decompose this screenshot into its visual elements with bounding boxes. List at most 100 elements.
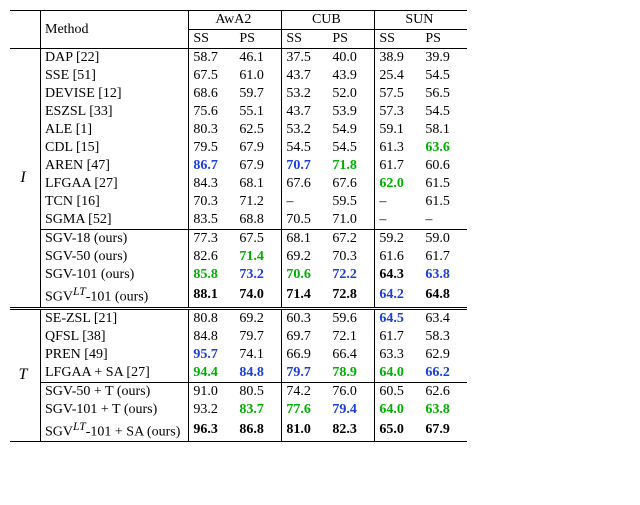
value-cell: 79.5 bbox=[189, 139, 236, 157]
value-cell: 86.7 bbox=[189, 157, 236, 175]
value-cell: 58.3 bbox=[421, 328, 467, 346]
value-cell: 58.1 bbox=[421, 121, 467, 139]
group-label: T bbox=[10, 308, 41, 442]
method-cell: SGVLT-101 + SA (ours) bbox=[41, 419, 189, 442]
col-method: Method bbox=[41, 11, 189, 49]
value-cell: 62.9 bbox=[421, 346, 467, 364]
value-cell: 71.4 bbox=[235, 248, 282, 266]
value-cell: 77.3 bbox=[189, 230, 236, 249]
value-cell: 54.5 bbox=[421, 67, 467, 85]
method-cell: PREN [49] bbox=[41, 346, 189, 364]
value-cell: 67.9 bbox=[235, 139, 282, 157]
value-cell: 85.8 bbox=[189, 266, 236, 284]
value-cell: 59.6 bbox=[328, 308, 375, 328]
col-split: SS bbox=[375, 30, 422, 49]
value-cell: 70.5 bbox=[282, 211, 329, 230]
value-cell: 43.9 bbox=[328, 67, 375, 85]
value-cell: 61.5 bbox=[421, 175, 467, 193]
method-cell: SGV-50 + T (ours) bbox=[41, 382, 189, 401]
col-dataset: AwA2 bbox=[189, 11, 282, 30]
method-cell: CDL [15] bbox=[41, 139, 189, 157]
method-cell: LFGAA + SA [27] bbox=[41, 364, 189, 383]
value-cell: 71.2 bbox=[235, 193, 282, 211]
col-split: SS bbox=[189, 30, 236, 49]
value-cell: 55.1 bbox=[235, 103, 282, 121]
value-cell: 63.8 bbox=[421, 401, 467, 419]
value-cell: 57.3 bbox=[375, 103, 422, 121]
value-cell: 79.7 bbox=[282, 364, 329, 383]
col-split: PS bbox=[421, 30, 467, 49]
value-cell: 43.7 bbox=[282, 103, 329, 121]
value-cell: 70.7 bbox=[282, 157, 329, 175]
method-cell: ALE [1] bbox=[41, 121, 189, 139]
value-cell: 40.0 bbox=[328, 49, 375, 68]
value-cell: – bbox=[421, 211, 467, 230]
value-cell: 74.0 bbox=[235, 284, 282, 308]
value-cell: 37.5 bbox=[282, 49, 329, 68]
method-cell: DEVISE [12] bbox=[41, 85, 189, 103]
method-cell: QFSL [38] bbox=[41, 328, 189, 346]
value-cell: 54.5 bbox=[421, 103, 467, 121]
value-cell: 39.9 bbox=[421, 49, 467, 68]
value-cell: 67.6 bbox=[328, 175, 375, 193]
value-cell: 59.0 bbox=[421, 230, 467, 249]
value-cell: 62.5 bbox=[235, 121, 282, 139]
method-cell: SGVLT-101 (ours) bbox=[41, 284, 189, 308]
value-cell: 59.7 bbox=[235, 85, 282, 103]
value-cell: 63.6 bbox=[421, 139, 467, 157]
value-cell: 80.3 bbox=[189, 121, 236, 139]
value-cell: 43.7 bbox=[282, 67, 329, 85]
value-cell: 84.3 bbox=[189, 175, 236, 193]
value-cell: 95.7 bbox=[189, 346, 236, 364]
value-cell: 64.2 bbox=[375, 284, 422, 308]
value-cell: 64.0 bbox=[375, 364, 422, 383]
value-cell: 91.0 bbox=[189, 382, 236, 401]
value-cell: 25.4 bbox=[375, 67, 422, 85]
value-cell: 54.5 bbox=[328, 139, 375, 157]
value-cell: 73.2 bbox=[235, 266, 282, 284]
value-cell: 72.8 bbox=[328, 284, 375, 308]
method-cell: SGV-101 + T (ours) bbox=[41, 401, 189, 419]
value-cell: 94.4 bbox=[189, 364, 236, 383]
value-cell: 67.9 bbox=[421, 419, 467, 442]
value-cell: 62.0 bbox=[375, 175, 422, 193]
value-cell: 66.2 bbox=[421, 364, 467, 383]
value-cell: 84.8 bbox=[189, 328, 236, 346]
value-cell: 53.9 bbox=[328, 103, 375, 121]
value-cell: 53.2 bbox=[282, 121, 329, 139]
value-cell: 38.9 bbox=[375, 49, 422, 68]
value-cell: 80.5 bbox=[235, 382, 282, 401]
value-cell: 59.5 bbox=[328, 193, 375, 211]
value-cell: 72.2 bbox=[328, 266, 375, 284]
value-cell: 60.5 bbox=[375, 382, 422, 401]
value-cell: 59.1 bbox=[375, 121, 422, 139]
value-cell: 61.3 bbox=[375, 139, 422, 157]
value-cell: 57.5 bbox=[375, 85, 422, 103]
value-cell: 71.8 bbox=[328, 157, 375, 175]
value-cell: 79.7 bbox=[235, 328, 282, 346]
value-cell: 67.2 bbox=[328, 230, 375, 249]
value-cell: 54.9 bbox=[328, 121, 375, 139]
value-cell: 61.7 bbox=[375, 328, 422, 346]
value-cell: 70.3 bbox=[328, 248, 375, 266]
value-cell: 61.0 bbox=[235, 67, 282, 85]
col-split: PS bbox=[235, 30, 282, 49]
value-cell: 61.5 bbox=[421, 193, 467, 211]
method-cell: TCN [16] bbox=[41, 193, 189, 211]
value-cell: 88.1 bbox=[189, 284, 236, 308]
value-cell: 64.0 bbox=[375, 401, 422, 419]
value-cell: 54.5 bbox=[282, 139, 329, 157]
value-cell: 72.1 bbox=[328, 328, 375, 346]
value-cell: 86.8 bbox=[235, 419, 282, 442]
value-cell: 68.6 bbox=[189, 85, 236, 103]
value-cell: 67.9 bbox=[235, 157, 282, 175]
value-cell: 56.5 bbox=[421, 85, 467, 103]
value-cell: 46.1 bbox=[235, 49, 282, 68]
value-cell: 67.5 bbox=[189, 67, 236, 85]
value-cell: 74.2 bbox=[282, 382, 329, 401]
value-cell: 62.6 bbox=[421, 382, 467, 401]
value-cell: 79.4 bbox=[328, 401, 375, 419]
method-cell: SGV-101 (ours) bbox=[41, 266, 189, 284]
value-cell: 64.3 bbox=[375, 266, 422, 284]
method-cell: SGMA [52] bbox=[41, 211, 189, 230]
